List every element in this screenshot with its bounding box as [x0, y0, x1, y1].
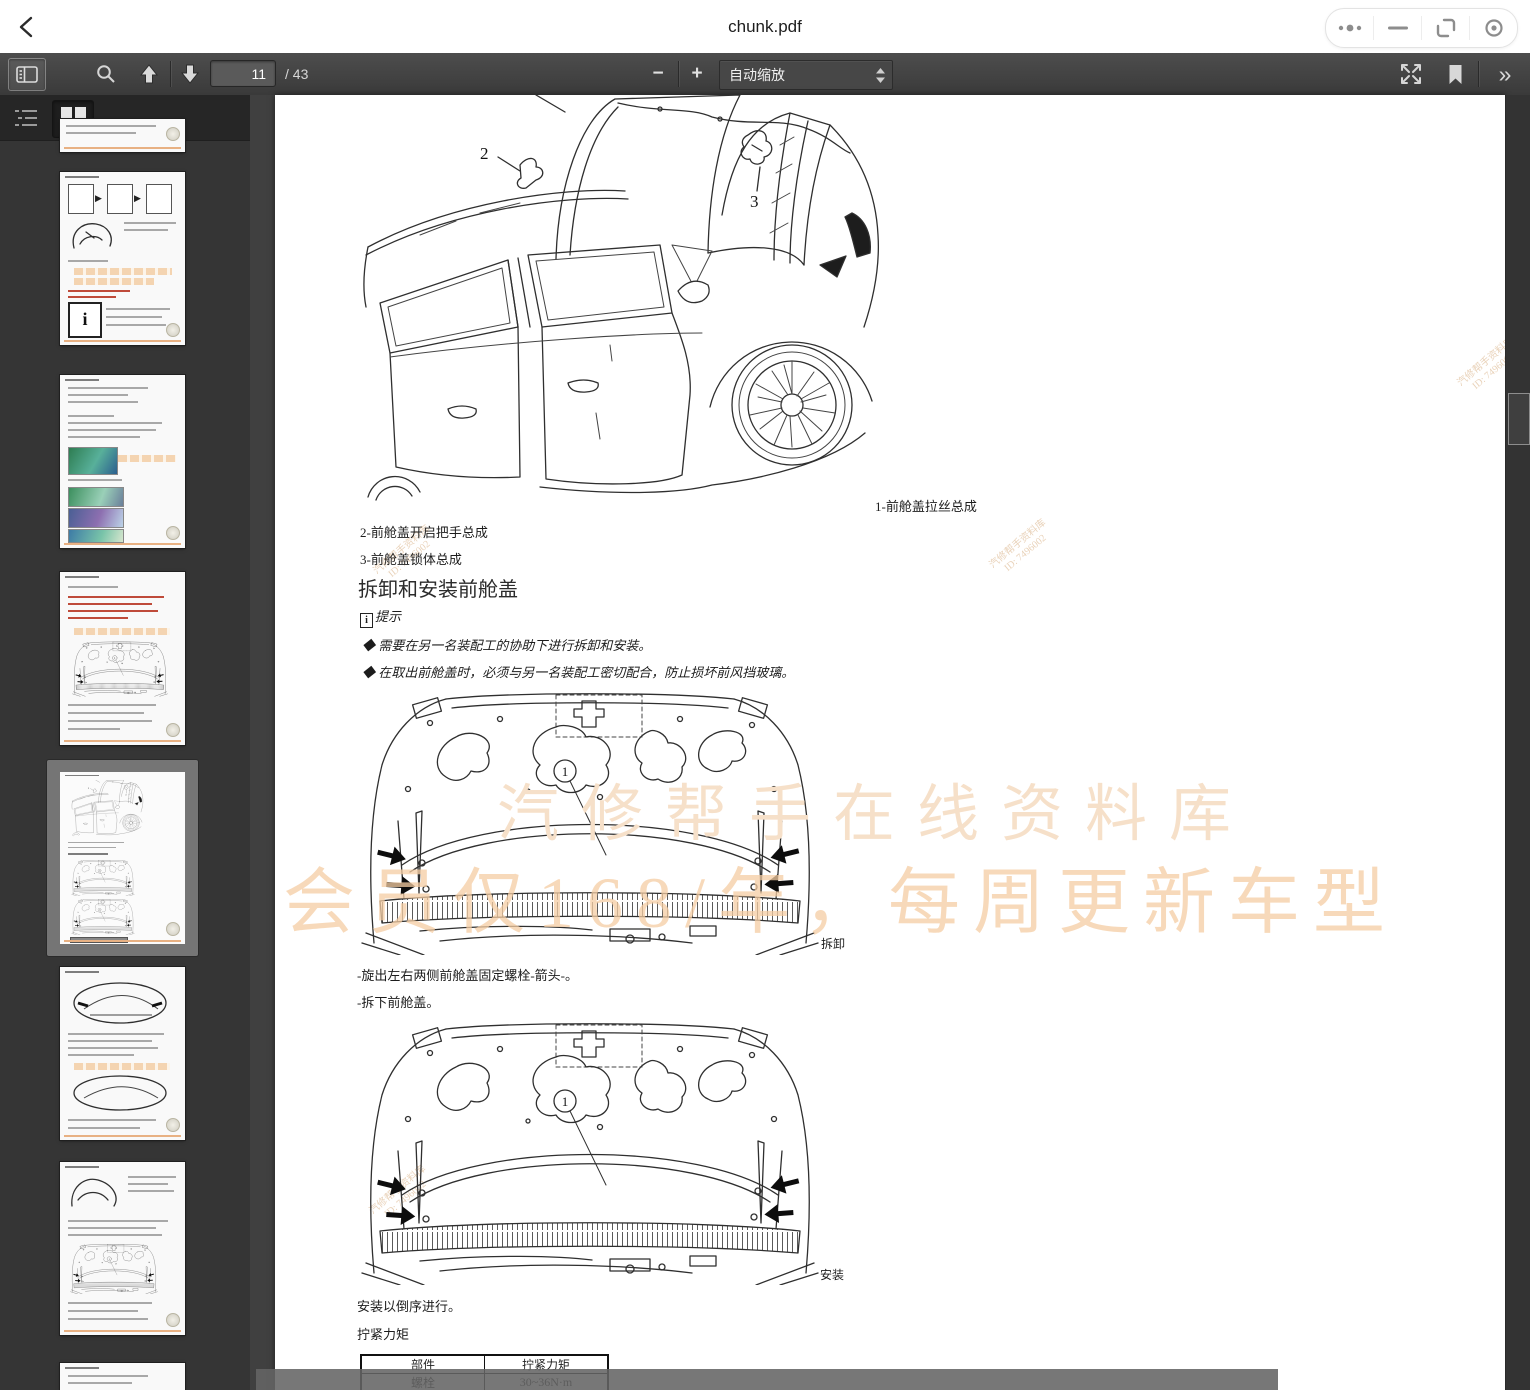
- bookmark-button[interactable]: [1442, 61, 1468, 87]
- mini-sketch: [68, 1172, 122, 1212]
- select-arrows-icon: [876, 68, 885, 83]
- torque-title: 拧紧力矩: [357, 1324, 409, 1343]
- legend-item-3: 3-前舱盖锁体总成: [360, 549, 462, 568]
- fullscreen-icon: [1399, 62, 1423, 86]
- thumbnail-page-9[interactable]: [60, 375, 185, 548]
- zoom-level-select[interactable]: 自动缩放: [719, 60, 893, 90]
- dots-icon: [1337, 23, 1363, 33]
- arrow-glyph: ▶: [134, 193, 141, 204]
- mini-figure: [70, 979, 170, 1027]
- document-title: chunk.pdf: [0, 0, 1530, 53]
- mini-hood-figure: [72, 640, 168, 698]
- color-figure: [68, 508, 124, 528]
- outline-view-button[interactable]: [12, 104, 40, 131]
- mini-figure: [70, 1073, 170, 1113]
- close-button[interactable]: [1470, 9, 1517, 47]
- double-chevron-icon: »: [1499, 54, 1512, 94]
- thumbnail-page-7[interactable]: [60, 119, 185, 152]
- page-count-label: / 43: [285, 53, 308, 95]
- thumbnail-page-11[interactable]: [60, 772, 185, 944]
- previous-page-button[interactable]: [134, 61, 164, 87]
- mini-hood-figure: [70, 899, 136, 935]
- thumbnail-page-10[interactable]: [60, 572, 185, 745]
- color-figure: [68, 447, 118, 475]
- find-button[interactable]: [92, 62, 120, 86]
- pdf-page-11: 汽修帮手资料库ID: 7496002 汽修帮手资料库ID: 7496002 汽修…: [275, 95, 1505, 1390]
- arrow-down-icon: [180, 64, 200, 84]
- pdf-viewer: 汽修帮手资料库ID: 7496002 汽修帮手资料库ID: 7496002 汽修…: [250, 95, 1530, 1390]
- bullet-2: ◆ 在取出前舱盖时，必须与另一名装配工密切配合，防止损坏前风挡玻璃。: [362, 662, 794, 681]
- minus-icon: −: [652, 63, 663, 85]
- search-icon: [95, 63, 117, 85]
- thumbnail-page-13[interactable]: [60, 1162, 185, 1335]
- step-2: -拆下前舱盖。: [357, 992, 439, 1011]
- tip-row: i提示: [360, 606, 401, 628]
- window-controls: [1325, 8, 1518, 48]
- color-figure: [68, 487, 124, 507]
- legend-item-1: 1-前舱盖拉丝总成: [875, 496, 977, 515]
- thumbnail-page-8[interactable]: ▶ ▶ i: [60, 172, 185, 345]
- vertical-scrollbar-thumb[interactable]: [1508, 393, 1530, 445]
- section-heading: 拆卸和安装前舱盖: [358, 573, 518, 602]
- info-icon: i: [360, 613, 373, 628]
- install-note: 安装以倒序进行。: [357, 1296, 461, 1315]
- zoom-level-value: 自动缩放: [720, 65, 876, 85]
- watermark-line-2: 会员仅168/年，每周更新车型: [283, 843, 1398, 948]
- target-icon: [1484, 18, 1504, 38]
- bullet-1: ◆ 需要在另一名装配工的协助下进行拆卸和安装。: [362, 635, 651, 654]
- sidebar-icon: [16, 66, 38, 83]
- outline-icon: [14, 107, 38, 129]
- page-number-input[interactable]: [210, 60, 276, 87]
- figure-label-install: 安装: [820, 1266, 844, 1283]
- restore-button[interactable]: [1422, 9, 1469, 47]
- minimize-icon: [1388, 25, 1408, 31]
- arrow-glyph: ▶: [95, 193, 102, 204]
- sidebar-toggle-button[interactable]: [8, 58, 46, 91]
- step-1: -旋出左右两侧前舱盖固定螺栓-箭头-。: [357, 965, 578, 984]
- info-icon: i: [68, 302, 102, 338]
- browser-titlebar: chunk.pdf: [0, 0, 1530, 53]
- mini-car-figure: [70, 780, 148, 838]
- plus-icon: +: [691, 63, 702, 85]
- minimize-button[interactable]: [1374, 9, 1421, 47]
- zoom-in-button[interactable]: +: [684, 61, 710, 87]
- hood-install-diagram: [360, 1023, 820, 1285]
- thumbnail-sidebar: ▶ ▶ i: [0, 95, 250, 1390]
- more-options-button[interactable]: [1326, 9, 1373, 47]
- zoom-out-button[interactable]: −: [645, 61, 671, 87]
- presentation-mode-button[interactable]: [1396, 61, 1426, 87]
- watermark-line-1: 汽修帮手在线资料库: [497, 763, 1253, 853]
- screen: 1: [0, 0, 1530, 1390]
- tip-label: 提示: [375, 609, 401, 624]
- color-figure: [68, 529, 124, 543]
- mini-hood-figure: [70, 860, 136, 896]
- next-page-button[interactable]: [175, 61, 205, 87]
- horizontal-scrollbar-thumb[interactable]: [256, 1369, 1278, 1390]
- toolbar-more-button[interactable]: »: [1488, 54, 1522, 94]
- diagonal-watermark: 汽修帮手资料库ID: 7496002: [987, 517, 1056, 580]
- legend-item-2: 2-前舱盖开启把手总成: [360, 522, 488, 541]
- thumbnail-page-11-selected[interactable]: [47, 760, 198, 956]
- thumbnail-page-14[interactable]: [60, 1363, 185, 1390]
- thumbnail-page-12[interactable]: [60, 967, 185, 1140]
- mini-hood-figure: [70, 1244, 158, 1294]
- figure-label-removal: 拆卸: [821, 935, 845, 952]
- mini-sketch: [68, 218, 118, 254]
- pdf-toolbar: / 43 − + 自动缩放 »: [0, 53, 1530, 96]
- vertical-scrollbar-track[interactable]: [1505, 95, 1530, 1390]
- bookmark-icon: [1448, 64, 1463, 85]
- restore-icon: [1435, 17, 1457, 39]
- car-hood-parts-diagram: [360, 95, 905, 515]
- arrow-up-icon: [139, 64, 159, 84]
